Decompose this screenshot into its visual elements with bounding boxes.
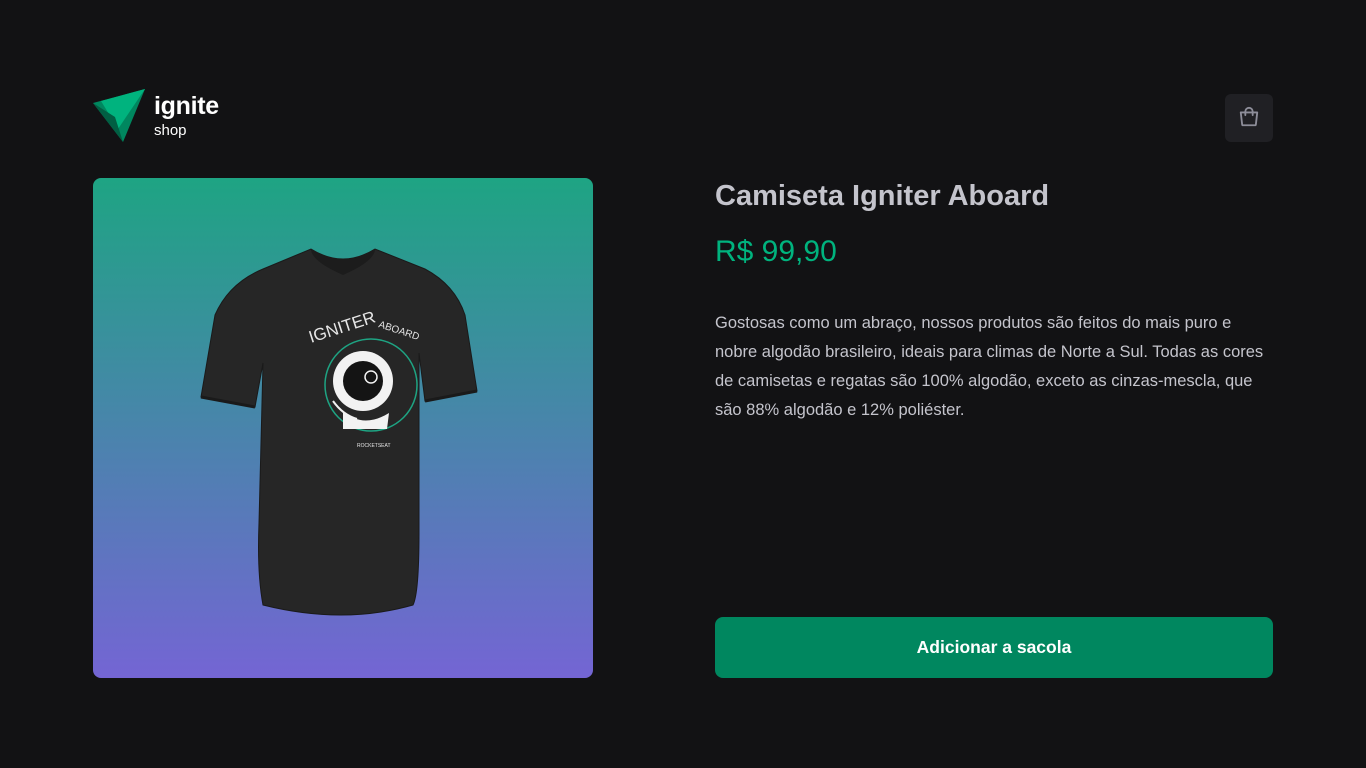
logo-link[interactable]: ignite shop [93,89,219,142]
shirt-print-tag: ROCKETSEAT [357,443,391,449]
logo-title: ignite [154,91,219,120]
ignite-logo-icon [93,89,145,142]
t-shirt-image: IGNITER ABOARD ROCKETSEAT [200,248,478,616]
product-price: R$ 99,90 [715,235,837,268]
cart-button[interactable] [1225,94,1273,142]
logo-text: ignite shop [154,91,219,139]
add-to-bag-button[interactable]: Adicionar a sacola [715,617,1273,678]
logo-subtitle: shop [154,121,187,139]
shopping-bag-icon [1238,106,1260,131]
product-page: ignite shop IGNITER ABOARD ROCKETSEAT Ca… [0,0,1366,768]
product-title: Camiseta Igniter Aboard [715,180,1050,212]
product-details: Camiseta Igniter Aboard R$ 99,90 Gostosa… [715,178,1273,678]
product-description: Gostosas como um abraço, nossos produtos… [715,314,1264,419]
product-image-container: IGNITER ABOARD ROCKETSEAT [93,178,593,678]
